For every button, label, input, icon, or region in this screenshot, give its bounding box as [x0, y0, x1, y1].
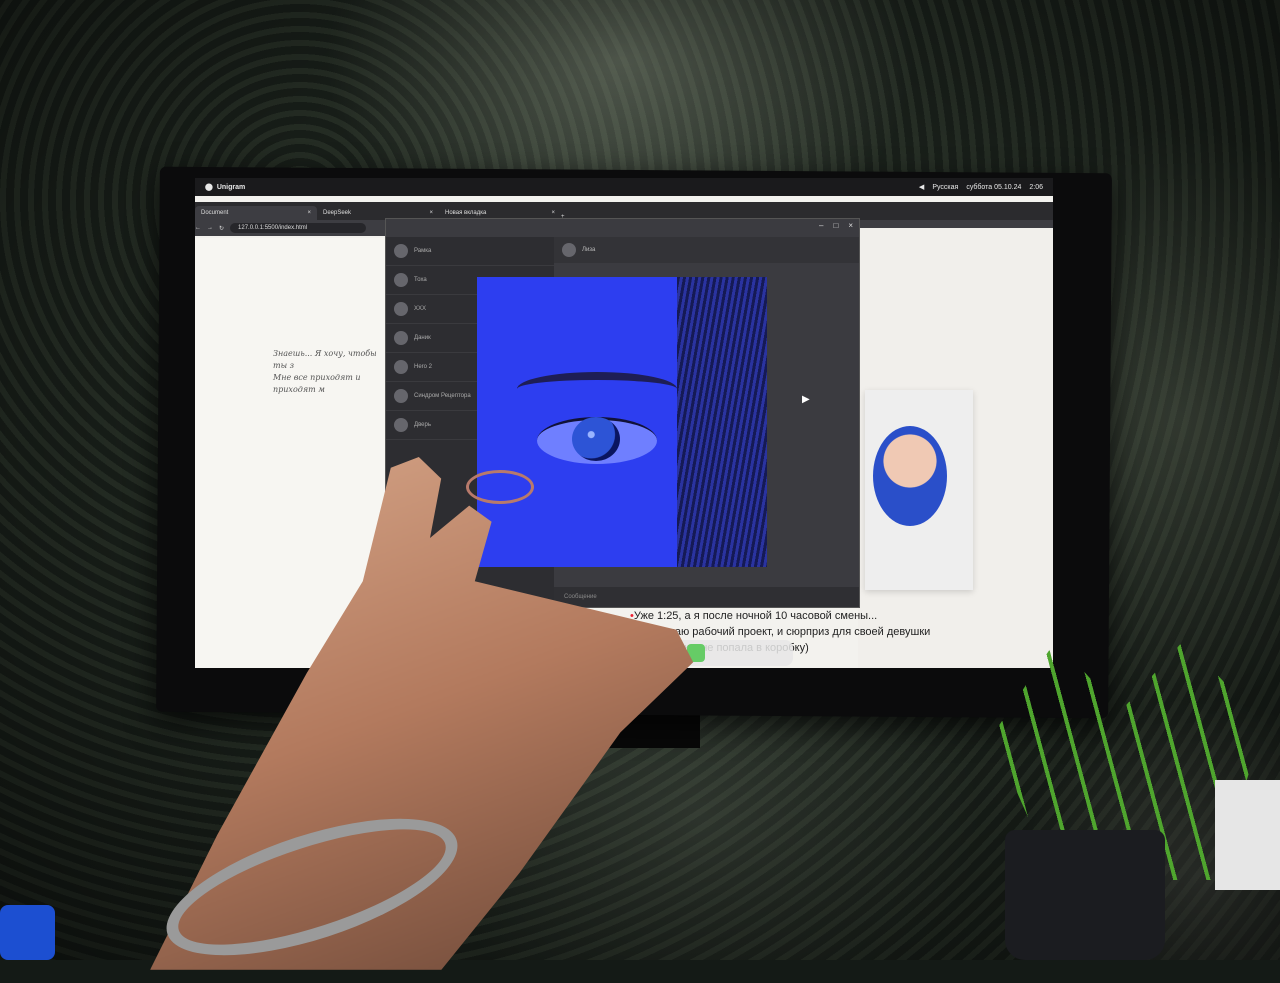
chat-name: Синдром Рецептора: [414, 393, 471, 399]
maximize-icon[interactable]: □: [833, 221, 838, 230]
chat-name: Дверь: [414, 422, 431, 428]
digital-clock: [1215, 780, 1280, 890]
message-input[interactable]: Сообщение: [554, 587, 859, 607]
avatar: [394, 360, 408, 374]
chat-name: Hero 2: [414, 364, 433, 370]
language-indicator[interactable]: Русская: [932, 184, 958, 191]
volume-icon[interactable]: ◀: [919, 183, 924, 191]
blue-object: [0, 905, 55, 960]
avatar: [394, 244, 408, 258]
plant-pot: [1005, 830, 1165, 960]
message-line: Уже 1:25, а я после ночной 10 часовой см…: [633, 610, 878, 622]
chat-title: Лиза: [582, 247, 596, 253]
chat-header: Лиза: [554, 237, 859, 263]
tab-label: DeepSeek: [323, 210, 352, 216]
ring: [466, 470, 534, 504]
date-label: суббота 05.10.24: [966, 183, 1022, 191]
eyebrow: [517, 372, 677, 406]
minimize-icon[interactable]: –: [819, 221, 823, 230]
script-line: Знаешь... Я хочу, чтобы ты з: [273, 349, 377, 370]
tab-document[interactable]: Document ×: [195, 206, 317, 220]
media-viewer-image[interactable]: [477, 277, 767, 567]
tab-label: Document: [201, 210, 229, 216]
active-app[interactable]: ⬤ Unigram: [205, 183, 246, 192]
close-icon[interactable]: ×: [307, 210, 311, 216]
os-top-bar: ⬤ Unigram ◀ Русская суббота 05.10.24 2:0…: [195, 178, 1053, 196]
reload-icon[interactable]: ↻: [219, 225, 224, 232]
cursor-icon: ▶: [802, 394, 810, 405]
avatar: [394, 302, 408, 316]
tab-label: Новая вкладка: [445, 210, 487, 216]
avatar: [562, 243, 576, 257]
avatar: [394, 418, 408, 432]
window-controls: – □ ×: [819, 221, 853, 230]
app-icon: ⬤: [205, 184, 213, 191]
time-label: 2:06: [1029, 183, 1043, 191]
forward-icon[interactable]: →: [207, 225, 213, 231]
handwritten-text: Знаешь... Я хочу, чтобы ты з Мне все при…: [273, 348, 383, 396]
avatar: [394, 273, 408, 287]
hair: [677, 277, 767, 567]
monitor-screen: ⬤ Unigram ◀ Русская суббота 05.10.24 2:0…: [195, 178, 1053, 668]
message-line: Но... делаю рабочий проект, и сюрприз дл…: [630, 626, 931, 638]
avatar: [394, 389, 408, 403]
app-name: Unigram: [216, 183, 246, 191]
close-icon[interactable]: ×: [429, 210, 433, 216]
portrait-photo: [873, 426, 947, 526]
chat-name: Даник: [414, 335, 431, 341]
close-icon[interactable]: ×: [848, 221, 853, 230]
iris: [572, 417, 620, 461]
avatar: [394, 331, 408, 345]
script-line: Мне все приходят и приходят м: [273, 373, 361, 394]
chat-name: Тоха: [414, 277, 427, 283]
url-field[interactable]: 127.0.0.1:5500/index.html: [230, 223, 367, 233]
chat-name: XXX: [414, 306, 427, 312]
list-item[interactable]: Рамка: [386, 237, 554, 266]
back-icon[interactable]: ←: [195, 225, 201, 231]
chat-name: Рамка: [414, 248, 432, 254]
close-icon[interactable]: ×: [551, 210, 555, 216]
